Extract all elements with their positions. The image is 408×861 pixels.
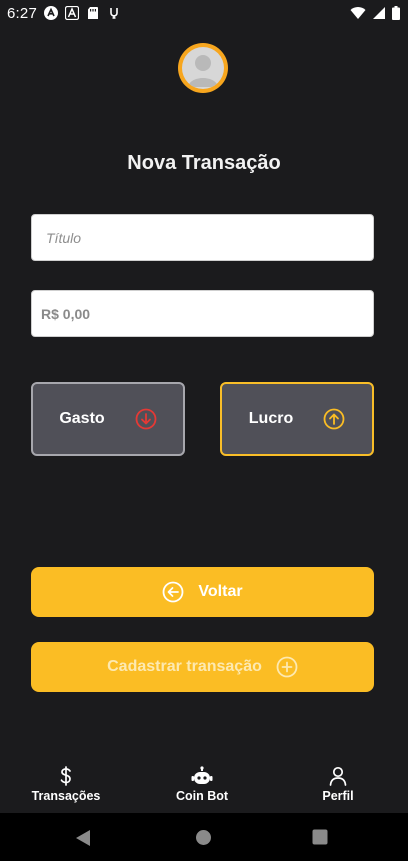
income-label: Lucro [248, 410, 294, 427]
back-button[interactable]: Voltar [31, 567, 374, 617]
expense-button[interactable]: Gasto [31, 382, 185, 456]
arrow-down-circle-icon [135, 408, 157, 430]
dollar-icon [60, 766, 71, 786]
status-time: 6:27 [7, 4, 37, 22]
user-avatar-icon [182, 47, 224, 89]
back-triangle-icon[interactable] [75, 829, 91, 847]
status-bar: 6:27 [0, 0, 408, 26]
nav-label-coin-bot: Coin Bot [175, 789, 229, 803]
title-input[interactable] [31, 214, 374, 261]
bottom-nav: Transações Coin Bot Perfil [0, 756, 408, 813]
signal-icon [373, 7, 385, 19]
a-badge-icon [44, 6, 58, 20]
arrow-up-circle-icon [323, 408, 345, 430]
wifi-icon [350, 7, 366, 20]
status-left: 6:27 [7, 5, 121, 22]
system-nav-bar [0, 813, 408, 861]
nav-label-transactions: Transações [31, 789, 101, 803]
robot-icon [191, 766, 213, 784]
a-letter-icon [65, 6, 79, 20]
page-title: Nova Transação [127, 152, 281, 174]
nav-item-coin-bot[interactable]: Coin Bot [170, 766, 234, 803]
link-icon [110, 8, 118, 19]
recents-square-icon[interactable] [312, 829, 328, 845]
person-icon [329, 766, 347, 786]
plus-circle-icon [276, 656, 298, 678]
status-right [350, 6, 400, 20]
avatar[interactable] [178, 43, 228, 93]
home-circle-icon[interactable] [195, 829, 212, 846]
income-button[interactable]: Lucro [220, 382, 374, 456]
nav-item-transactions[interactable]: Transações [31, 766, 101, 803]
nav-item-profile[interactable]: Perfil [318, 766, 358, 803]
battery-icon [392, 6, 400, 20]
amount-input[interactable] [31, 290, 374, 337]
back-label: Voltar [198, 583, 243, 600]
register-transaction-button[interactable]: Cadastrar transação [31, 642, 374, 692]
sd-card-icon [88, 7, 98, 19]
arrow-left-circle-icon [163, 581, 184, 603]
nav-label-profile: Perfil [322, 789, 354, 803]
register-label: Cadastrar transação [107, 658, 262, 675]
expense-label: Gasto [59, 410, 105, 427]
